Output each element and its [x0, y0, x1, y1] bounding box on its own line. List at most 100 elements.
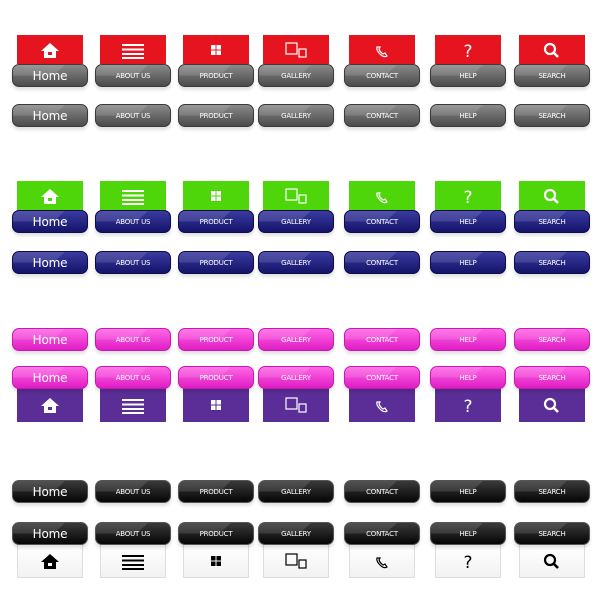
icon-tab-help[interactable]: ? [435, 543, 501, 578]
nav-button-label: CONTACT [366, 217, 398, 226]
question-icon: ? [457, 187, 479, 205]
grid-icon [205, 41, 227, 59]
nav-button-product[interactable]: PRODUCT [178, 104, 254, 127]
nav-button-search[interactable]: SEARCH [514, 210, 590, 233]
nav-button-gallery[interactable]: GALLERY [258, 480, 334, 503]
nav-button-search[interactable]: SEARCH [514, 251, 590, 274]
nav-button-help[interactable]: HELP [430, 251, 506, 274]
icon-tab-product[interactable] [183, 35, 249, 64]
icon-tab-about-us[interactable] [100, 543, 166, 578]
nav-button-about-us[interactable]: ABOUT US [95, 480, 171, 503]
search-icon [541, 396, 563, 414]
nav-button-gallery[interactable]: GALLERY [258, 64, 334, 87]
icon-tab-home[interactable] [17, 388, 83, 422]
nav-button-label: ABOUT US [115, 487, 151, 496]
icon-tab-help[interactable]: ? [435, 388, 501, 422]
icon-tab-gallery[interactable] [263, 181, 329, 211]
icon-tab-product[interactable] [183, 543, 249, 578]
icon-tab-home[interactable] [17, 181, 83, 211]
nav-button-home[interactable]: Home [12, 328, 88, 351]
nav-button-help[interactable]: HELP [430, 366, 506, 389]
nav-button-product[interactable]: PRODUCT [178, 328, 254, 351]
icon-tab-gallery[interactable] [263, 35, 329, 64]
nav-button-help[interactable]: HELP [430, 480, 506, 503]
icon-tab-contact[interactable] [349, 35, 415, 64]
icon-tab-search[interactable] [519, 388, 585, 422]
nav-button-home[interactable]: Home [12, 366, 88, 389]
nav-button-contact[interactable]: CONTACT [344, 251, 420, 274]
icon-tab-home[interactable] [17, 35, 83, 64]
icon-tab-gallery[interactable] [263, 388, 329, 422]
nav-button-label: Home [32, 484, 68, 499]
icon-tab-product[interactable] [183, 181, 249, 211]
icon-tab-about-us[interactable] [100, 181, 166, 211]
nav-button-about-us[interactable]: ABOUT US [95, 210, 171, 233]
icon-tab-help[interactable]: ? [435, 181, 501, 211]
nav-button-about-us[interactable]: ABOUT US [95, 64, 171, 87]
nav-button-home[interactable]: Home [12, 522, 88, 545]
nav-button-search[interactable]: SEARCH [514, 64, 590, 87]
nav-button-product[interactable]: PRODUCT [178, 64, 254, 87]
icon-tab-home[interactable] [17, 543, 83, 578]
nav-button-gallery[interactable]: GALLERY [258, 328, 334, 351]
nav-button-gallery[interactable]: GALLERY [258, 366, 334, 389]
nav-button-home[interactable]: Home [12, 480, 88, 503]
nav-button-label: Home [32, 332, 68, 347]
nav-button-about-us[interactable]: ABOUT US [95, 251, 171, 274]
icon-tab-search[interactable] [519, 543, 585, 578]
nav-button-help[interactable]: HELP [430, 104, 506, 127]
nav-button-contact[interactable]: CONTACT [344, 210, 420, 233]
icon-tab-product[interactable] [183, 388, 249, 422]
icon-tab-about-us[interactable] [100, 388, 166, 422]
nav-button-product[interactable]: PRODUCT [178, 366, 254, 389]
nav-button-contact[interactable]: CONTACT [344, 104, 420, 127]
icon-tab-search[interactable] [519, 181, 585, 211]
nav-button-search[interactable]: SEARCH [514, 480, 590, 503]
icon-tab-contact[interactable] [349, 543, 415, 578]
nav-button-home[interactable]: Home [12, 104, 88, 127]
nav-button-gallery[interactable]: GALLERY [258, 210, 334, 233]
icon-tab-gallery[interactable] [263, 543, 329, 578]
nav-button-gallery[interactable]: GALLERY [258, 251, 334, 274]
nav-button-label: GALLERY [281, 487, 311, 496]
nav-button-home[interactable]: Home [12, 64, 88, 87]
nav-button-contact[interactable]: CONTACT [344, 328, 420, 351]
nav-button-gallery[interactable]: GALLERY [258, 104, 334, 127]
nav-button-home[interactable]: Home [12, 251, 88, 274]
icon-tab-about-us[interactable] [100, 35, 166, 64]
icon-tab-search[interactable] [519, 35, 585, 64]
icon-tab-contact[interactable] [349, 181, 415, 211]
phone-icon [371, 552, 393, 570]
home-icon [39, 187, 61, 205]
nav-button-about-us[interactable]: ABOUT US [95, 522, 171, 545]
nav-button-search[interactable]: SEARCH [514, 366, 590, 389]
nav-button-contact[interactable]: CONTACT [344, 64, 420, 87]
nav-button-help[interactable]: HELP [430, 522, 506, 545]
nav-button-product[interactable]: PRODUCT [178, 210, 254, 233]
nav-button-label: HELP [459, 258, 477, 267]
nav-button-about-us[interactable]: ABOUT US [95, 328, 171, 351]
nav-button-contact[interactable]: CONTACT [344, 522, 420, 545]
nav-button-product[interactable]: PRODUCT [178, 522, 254, 545]
nav-button-label: PRODUCT [199, 71, 233, 80]
icon-tab-contact[interactable] [349, 388, 415, 422]
nav-button-search[interactable]: SEARCH [514, 104, 590, 127]
nav-button-contact[interactable]: CONTACT [344, 366, 420, 389]
nav-button-contact[interactable]: CONTACT [344, 480, 420, 503]
nav-button-about-us[interactable]: ABOUT US [95, 366, 171, 389]
nav-button-help[interactable]: HELP [430, 64, 506, 87]
nav-button-product[interactable]: PRODUCT [178, 251, 254, 274]
phone-icon [371, 187, 393, 205]
nav-button-product[interactable]: PRODUCT [178, 480, 254, 503]
nav-button-label: ABOUT US [115, 373, 151, 382]
nav-button-search[interactable]: SEARCH [514, 328, 590, 351]
nav-button-home[interactable]: Home [12, 210, 88, 233]
search-icon [541, 552, 563, 570]
nav-button-help[interactable]: HELP [430, 210, 506, 233]
nav-button-search[interactable]: SEARCH [514, 522, 590, 545]
nav-button-help[interactable]: HELP [430, 328, 506, 351]
nav-button-about-us[interactable]: ABOUT US [95, 104, 171, 127]
nav-button-gallery[interactable]: GALLERY [258, 522, 334, 545]
nav-button-label: ABOUT US [115, 217, 151, 226]
icon-tab-help[interactable]: ? [435, 35, 501, 64]
